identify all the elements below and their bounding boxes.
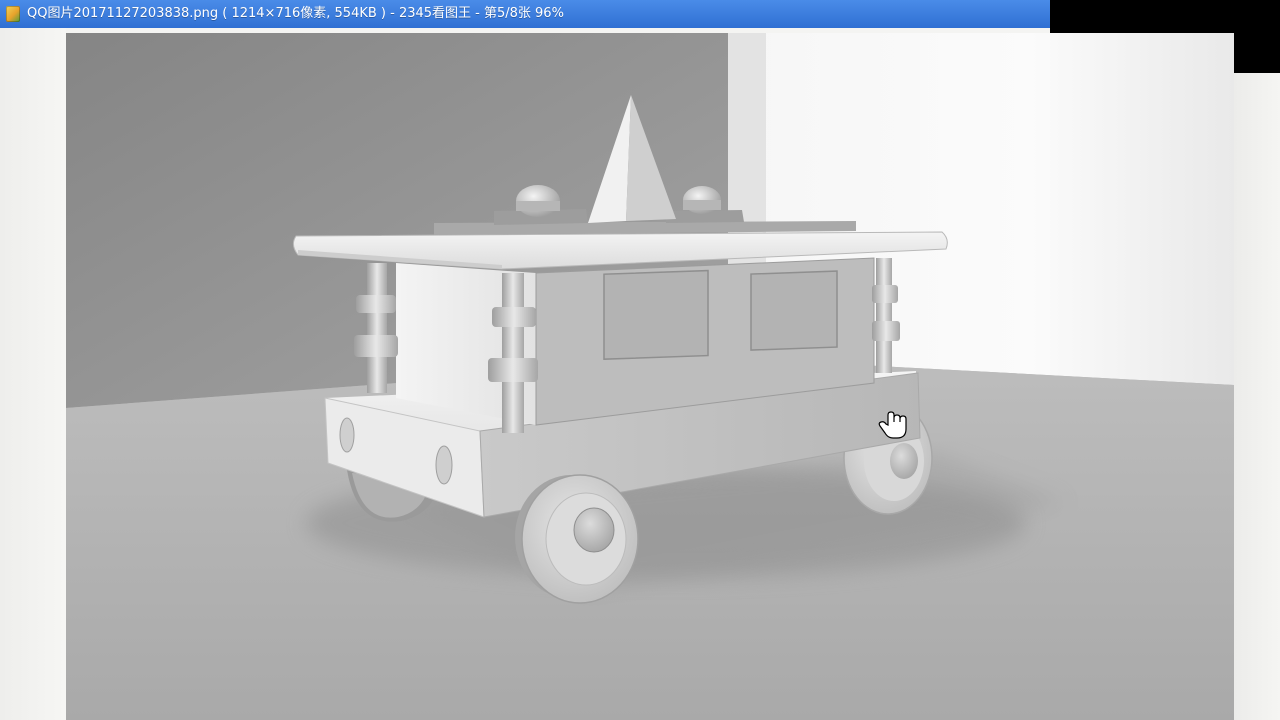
viewer-right-margin xyxy=(1234,73,1280,720)
viewer-left-margin xyxy=(0,28,66,720)
window-title: QQ图片20171127203838.png ( 1214×716像素, 554… xyxy=(27,6,564,21)
rendered-cart-image[interactable] xyxy=(66,33,1234,720)
side-panel-left xyxy=(603,269,709,360)
image-display-area[interactable] xyxy=(66,33,1234,720)
app-icon xyxy=(6,6,20,22)
image-viewer-window: QQ图片20171127203838.png ( 1214×716像素, 554… xyxy=(0,0,1280,720)
side-panel-right xyxy=(750,270,838,351)
